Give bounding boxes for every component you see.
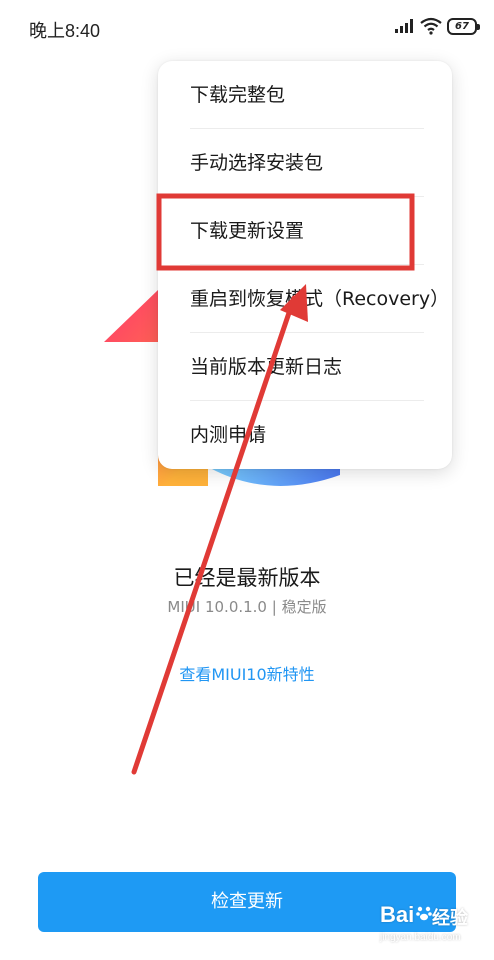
menu-item-download-settings[interactable]: 下载更新设置 <box>158 197 452 265</box>
wifi-icon <box>420 17 442 35</box>
baidu-watermark: Bai 经验 jingyan.baidu.com <box>380 902 490 954</box>
menu-item-changelog[interactable]: 当前版本更新日志 <box>158 333 452 401</box>
menu-item-reboot-recovery[interactable]: 重启到恢复模式（Recovery） <box>158 265 452 333</box>
watermark-url: jingyan.baidu.com <box>380 932 461 943</box>
menu-item-beta-apply[interactable]: 内测申请 <box>158 401 452 469</box>
watermark-brand: Bai <box>380 902 415 927</box>
version-info: MIUI 10.0.1.0 | 稳定版 <box>167 598 327 616</box>
signal-icon <box>395 19 413 33</box>
watermark-brand-cn: 经验 <box>432 908 468 929</box>
menu-item-download-full[interactable]: 下载完整包 <box>158 61 452 129</box>
status-time: 晚上8:40 <box>29 21 101 41</box>
menu-item-manual-select[interactable]: 手动选择安装包 <box>158 129 452 197</box>
new-features-link[interactable]: 查看MIUI10新特性 <box>0 661 494 685</box>
status-bar: 晚上8:40 67 <box>0 0 494 56</box>
update-status-title: 已经是最新版本 <box>173 566 321 590</box>
battery-icon: 67 <box>447 18 480 35</box>
overflow-menu: 下载完整包 手动选择安装包 下载更新设置 重启到恢复模式（Recovery） 当… <box>158 61 452 469</box>
paw-icon <box>416 906 432 921</box>
